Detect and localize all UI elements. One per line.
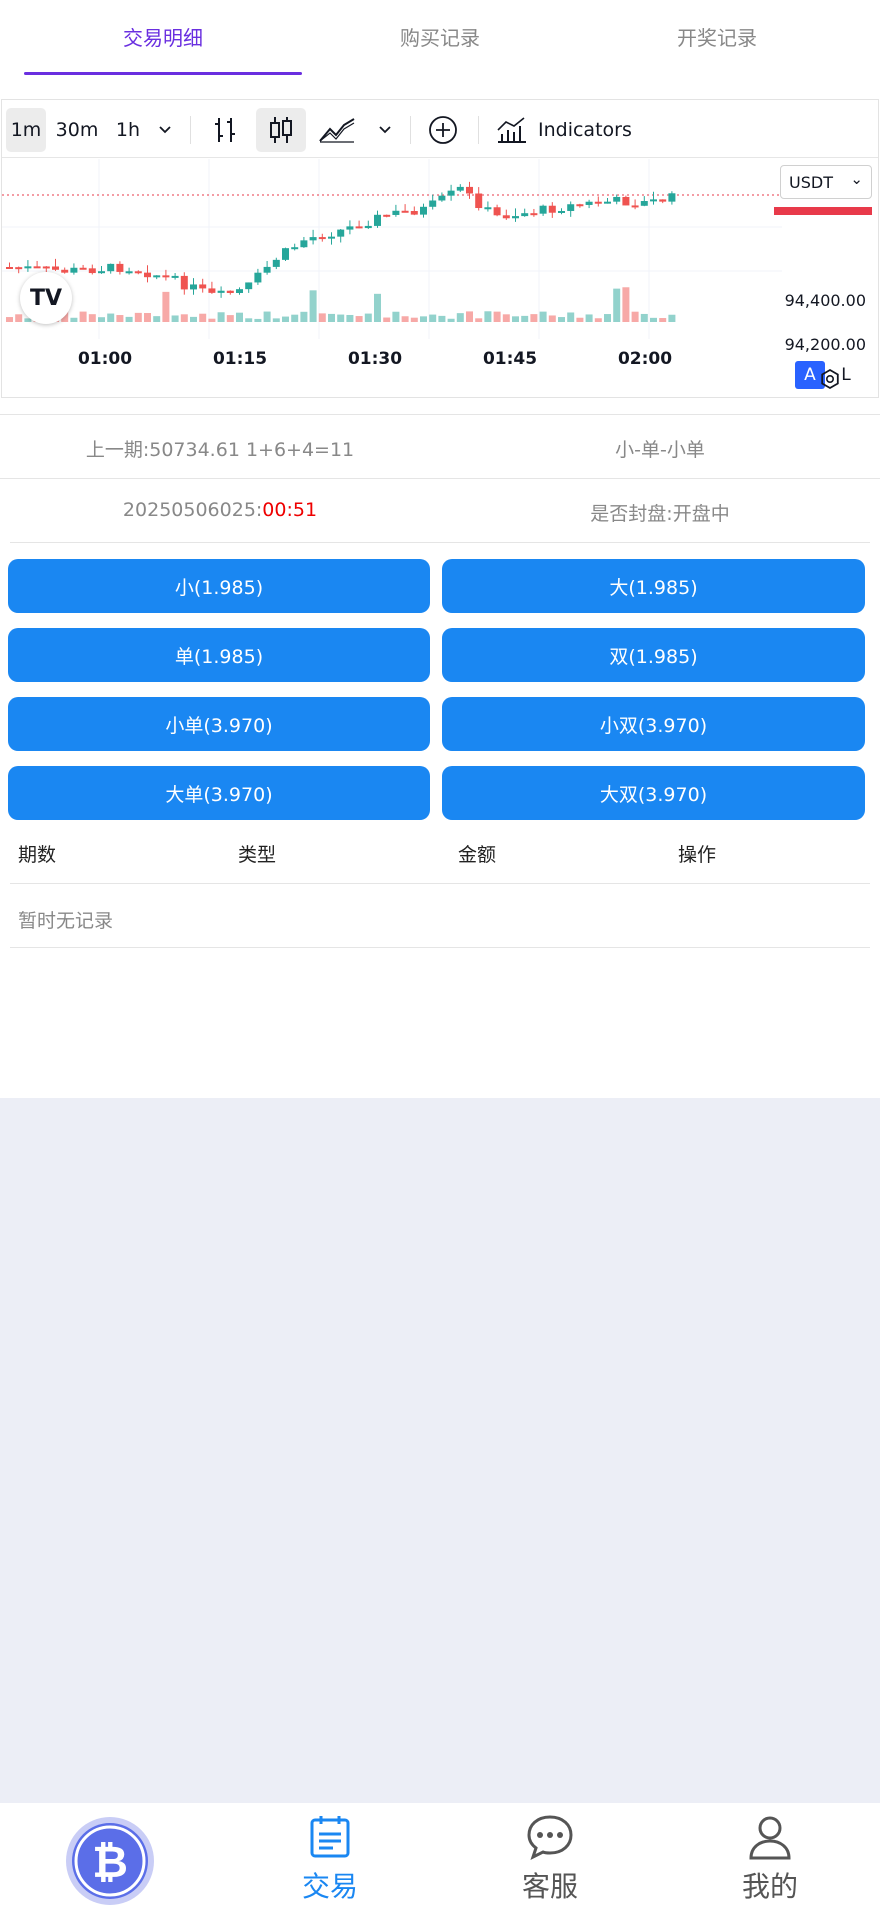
- candle-chart-type-button[interactable]: [256, 108, 306, 152]
- indicators-label: Indicators: [538, 119, 632, 141]
- area-chart-icon: [319, 118, 355, 143]
- tab-draw-records[interactable]: 开奖记录: [578, 0, 856, 72]
- nav-support[interactable]: 客服: [440, 1803, 660, 1918]
- bottom-navigation: ₿ 交易 客服 我的: [0, 1803, 880, 1918]
- nav-profile[interactable]: 我的: [660, 1803, 880, 1918]
- chevron-down-icon: [379, 126, 391, 134]
- bet-small-button[interactable]: 小(1.985): [8, 559, 430, 613]
- candles-icon: [270, 117, 292, 143]
- seal-status-text: 是否封盘:开盘中: [590, 503, 730, 525]
- empty-records-text: 暂时无记录: [18, 910, 114, 932]
- table-divider: [10, 883, 870, 884]
- countdown-timer: 00:51: [262, 499, 318, 521]
- interval-1m-button[interactable]: 1m: [6, 108, 46, 152]
- tab-purchase-records[interactable]: 购买记录: [301, 0, 579, 72]
- currency-label: USDT: [789, 172, 833, 192]
- time-axis-label: 01:15: [212, 349, 268, 369]
- bet-even-button[interactable]: 双(1.985): [442, 628, 865, 682]
- bet-big-button[interactable]: 大(1.985): [442, 559, 865, 613]
- current-draw-row: 20250506025:00:51 是否封盘:开盘中: [0, 478, 880, 542]
- user-icon: [749, 1816, 791, 1860]
- time-axis-label: 02:00: [617, 349, 673, 369]
- column-header-issue: 期数: [18, 844, 57, 866]
- column-header-amount: 金额: [458, 844, 497, 866]
- plus-circle-icon: [429, 116, 457, 144]
- chart-plot-area: USDT ⌄ 94,400.00 94,200.00 A L TV 01:00 …: [2, 159, 878, 397]
- chart-type-dropdown-button[interactable]: [370, 108, 400, 152]
- divider: [10, 542, 870, 543]
- bet-small-even-button[interactable]: 小双(3.970): [442, 697, 865, 751]
- nav-support-label: 客服: [521, 1870, 578, 1903]
- nav-home[interactable]: ₿: [0, 1803, 220, 1918]
- currency-selector[interactable]: USDT ⌄: [780, 165, 872, 199]
- bitcoin-icon: ₿: [66, 1817, 154, 1905]
- column-header-action: 操作: [678, 844, 717, 866]
- main-panel: 交易明细 购买记录 开奖记录 1m 30m 1h Indicators USDT…: [0, 0, 880, 1098]
- nav-trade-label: 交易: [301, 1870, 358, 1903]
- last-result-text: 小-单-小单: [615, 439, 705, 461]
- last-draw-row: 上一期:50734.61 1+6+4=11 小-单-小单: [0, 414, 880, 478]
- svg-text:₿: ₿: [92, 1837, 128, 1888]
- time-axis-label: 01:00: [77, 349, 133, 369]
- time-axis-label: 01:45: [482, 349, 538, 369]
- price-tick-label: 94,400.00: [784, 291, 866, 310]
- table-divider: [10, 947, 870, 948]
- chart-toolbar: 1m 30m 1h Indicators: [2, 100, 878, 158]
- area-chart-type-button[interactable]: [314, 108, 360, 152]
- indicators-button[interactable]: Indicators: [496, 108, 646, 152]
- add-compare-button[interactable]: [422, 108, 464, 152]
- last-issue-text: 上一期:50734.61 1+6+4=11: [85, 439, 355, 461]
- toolbar-divider: [478, 116, 479, 144]
- bet-big-odd-button[interactable]: 大单(3.970): [8, 766, 430, 820]
- price-tick-label: 94,200.00: [784, 335, 866, 354]
- settings-gear-icon[interactable]: [818, 367, 842, 391]
- tab-bar: 交易明细 购买记录 开奖记录: [0, 0, 880, 76]
- active-tab-indicator: [24, 72, 302, 75]
- chevron-down-icon: [159, 126, 171, 134]
- interval-30m-button[interactable]: 30m: [52, 108, 102, 152]
- bar-chart-type-button[interactable]: [202, 108, 248, 152]
- bars-icon: [215, 118, 235, 142]
- bet-small-odd-button[interactable]: 小单(3.970): [8, 697, 430, 751]
- column-header-type: 类型: [238, 844, 277, 866]
- current-issue-number: 20250506025:: [122, 499, 263, 521]
- last-price-marker: [774, 207, 872, 215]
- chevron-down-icon: ⌄: [850, 170, 863, 188]
- tradingview-logo[interactable]: TV: [20, 272, 72, 324]
- toolbar-divider: [410, 116, 411, 144]
- chat-bubble-icon: [527, 1815, 573, 1860]
- calendar-icon: [310, 1816, 350, 1858]
- interval-dropdown-button[interactable]: [150, 108, 180, 152]
- tab-trade-detail[interactable]: 交易明细: [24, 0, 302, 72]
- interval-1h-button[interactable]: 1h: [110, 108, 146, 152]
- price-chart-widget: 1m 30m 1h Indicators USDT ⌄ 94,400.00 94…: [1, 99, 879, 398]
- bet-big-even-button[interactable]: 大双(3.970): [442, 766, 865, 820]
- toolbar-divider: [190, 116, 191, 144]
- nav-profile-label: 我的: [741, 1870, 798, 1903]
- time-axis-label: 01:30: [347, 349, 403, 369]
- bet-odd-button[interactable]: 单(1.985): [8, 628, 430, 682]
- nav-trade[interactable]: 交易: [220, 1803, 440, 1918]
- indicators-icon: [497, 117, 526, 143]
- current-issue: 20250506025:00:51: [123, 499, 317, 521]
